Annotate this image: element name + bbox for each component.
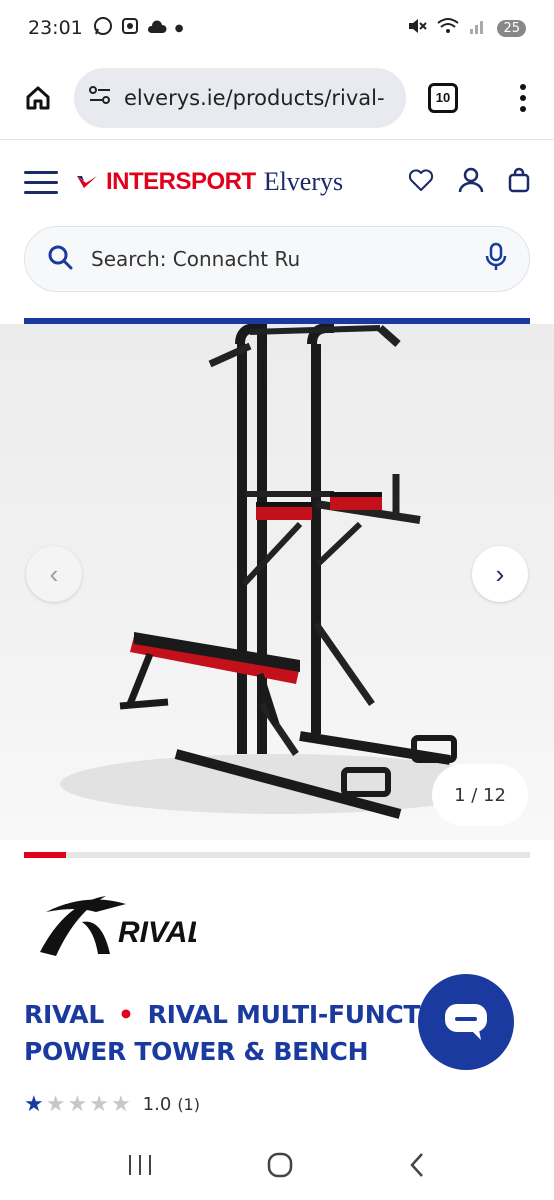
rating-stars: ★ ★ ★ ★ ★ [24,1092,131,1117]
gallery-prev-button[interactable]: ‹ [26,546,82,602]
recent-apps-button[interactable] [127,1153,153,1182]
search-input[interactable] [91,247,451,271]
cloud-icon [147,19,167,38]
rival-logo-icon: RIVAL [40,896,206,956]
home-nav-button[interactable] [266,1151,294,1184]
logo-elverys: Elverys [263,167,344,196]
gallery-progress-fill [24,852,66,858]
product-brand-link[interactable]: RIVAL [24,1000,104,1029]
logo-intersport: INTERSPORT [106,168,256,195]
wifi-icon [437,17,460,39]
whatsapp-icon [93,16,113,40]
product-title-line1: RIVAL MULTI-FUNCTI [147,1000,430,1029]
star-empty-icon: ★ [45,1092,66,1117]
account-icon[interactable] [458,167,484,198]
cart-bag-icon[interactable] [508,167,530,198]
brand-logo[interactable]: RIVAL [36,882,206,962]
battery-indicator: 25 [497,19,526,37]
home-circle-icon [267,1152,293,1177]
product-image-gallery[interactable]: ‹ › 1 / 12 [0,324,554,840]
product-image [60,324,500,819]
address-bar[interactable]: elverys.ie/products/rival- [74,67,406,128]
screenshot-icon [121,17,139,39]
menu-icon[interactable] [24,170,58,194]
status-time: 23:01 [28,17,83,39]
home-button[interactable] [16,76,60,120]
rating-count: (1) [177,1095,200,1114]
status-bar: 23:01 ● 25 [0,0,554,56]
gallery-progress-bar [24,852,530,858]
browser-toolbar: elverys.ie/products/rival- 10 [0,56,554,140]
gallery-next-button[interactable]: › [472,546,528,602]
rival-logo-text: RIVAL [118,916,196,949]
browser-menu-button[interactable] [508,83,538,112]
mute-icon [407,17,428,39]
back-button[interactable] [407,1151,427,1184]
product-rating[interactable]: ★ ★ ★ ★ ★ 1.0 (1) [24,1092,200,1117]
home-icon [26,86,50,109]
chevron-right-icon: › [495,558,505,589]
star-empty-icon: ★ [67,1092,88,1117]
chat-button[interactable] [418,974,514,1070]
site-logo[interactable]: INTERSPORT Elverys [76,167,343,197]
site-header: INTERSPORT Elverys [0,150,554,214]
microphone-icon[interactable] [485,242,507,277]
notification-dot-icon: ● [174,22,184,34]
url-text: elverys.ie/products/rival- [124,85,385,110]
signal-icon [469,17,487,39]
tab-switcher-button[interactable]: 10 [428,82,458,113]
site-settings-icon[interactable] [88,85,112,110]
back-chevron-icon [410,1152,424,1177]
star-empty-icon: ★ [110,1092,131,1117]
product-title-line2: POWER TOWER & BENCH [24,1037,369,1066]
star-empty-icon: ★ [89,1092,109,1117]
search-icon[interactable] [47,244,73,275]
star-filled-icon: ★ [24,1092,44,1117]
recent-apps-icon [128,1154,151,1175]
search-bar [24,226,530,292]
gallery-counter: 1 / 12 [432,764,528,826]
rating-score: 1.0 [142,1094,172,1115]
chevron-left-icon: ‹ [49,558,59,589]
intersport-swoosh-icon [77,176,97,188]
title-separator: • [117,1000,134,1029]
wishlist-heart-icon[interactable] [408,168,434,197]
chat-bubble-icon [445,1004,487,1040]
system-navigation-bar [0,1134,554,1200]
